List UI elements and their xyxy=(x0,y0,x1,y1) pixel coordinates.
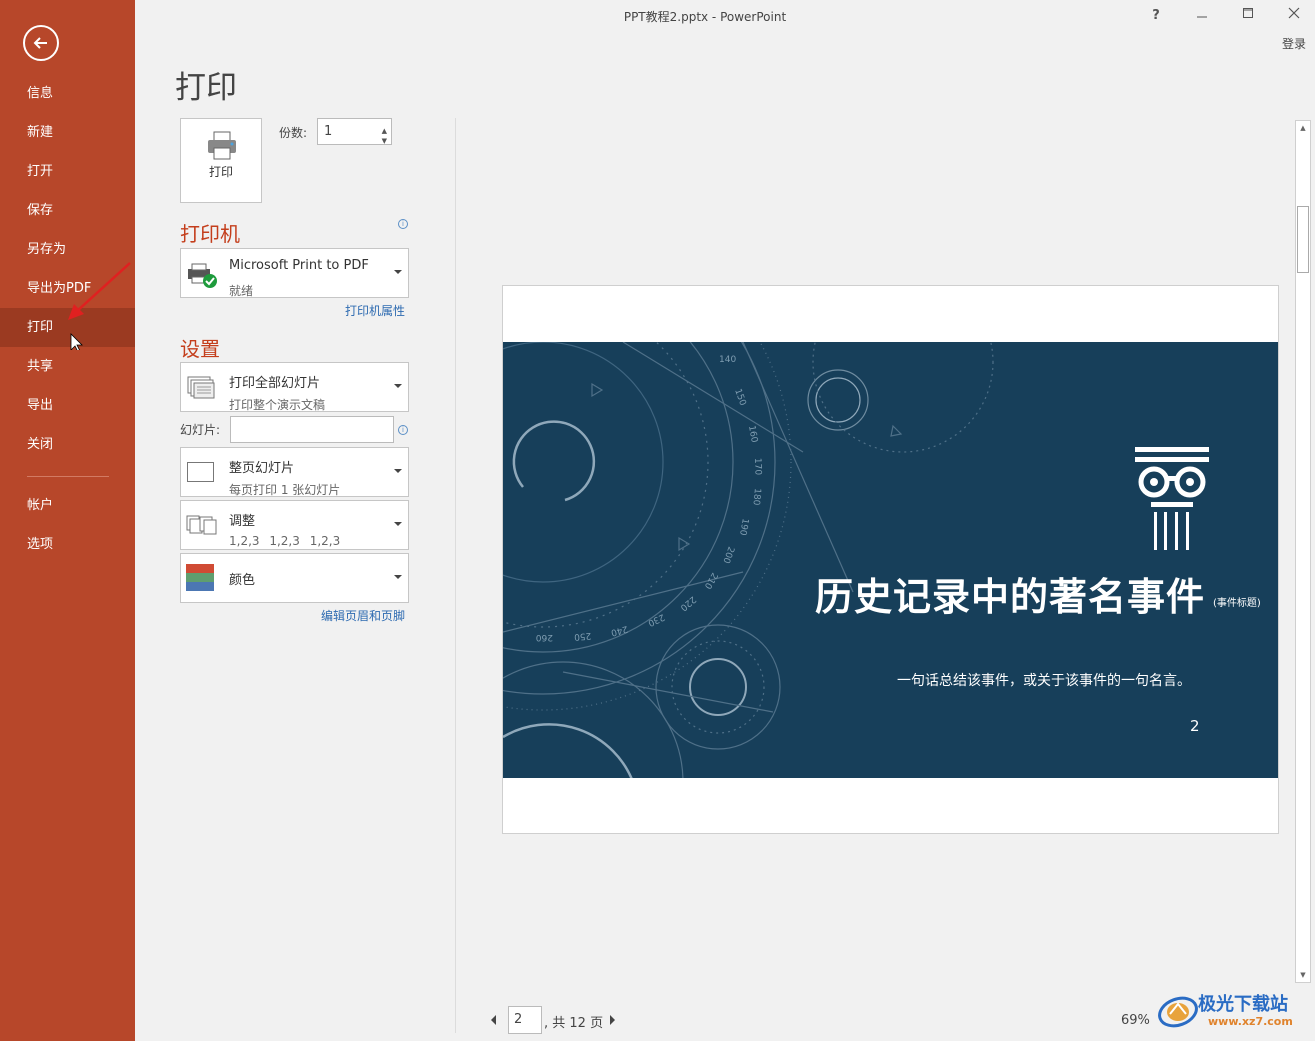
page-total: , 共 12 页 xyxy=(544,1016,604,1031)
scroll-thumb[interactable] xyxy=(1297,206,1309,273)
page-number-input[interactable]: 2 xyxy=(508,1006,542,1034)
watermark-url: www.xz7.com xyxy=(1208,1015,1293,1028)
chevron-down-icon xyxy=(394,469,402,473)
printer-properties-link[interactable]: 打印机属性 xyxy=(345,302,405,319)
minimize-icon xyxy=(1197,16,1207,18)
color-icon xyxy=(186,564,214,591)
sidebar-item-export[interactable]: 导出 xyxy=(0,386,135,425)
prev-page-icon[interactable] xyxy=(491,1015,496,1025)
sidebar-item-account[interactable]: 帐户 xyxy=(0,486,135,525)
close-button[interactable] xyxy=(1281,4,1307,28)
sidebar-item-open[interactable]: 打开 xyxy=(0,152,135,191)
layout-desc: 每页打印 1 张幻灯片 xyxy=(229,483,341,497)
preview-scrollbar[interactable]: ▲ ▼ xyxy=(1295,120,1311,983)
spin-down-icon[interactable]: ▼ xyxy=(382,129,387,154)
close-icon xyxy=(1288,7,1300,19)
dial-label: 200 xyxy=(720,545,735,565)
chevron-down-icon xyxy=(394,522,402,526)
settings-section-title: 设置 xyxy=(180,337,220,361)
dial-label: 170 xyxy=(752,458,763,476)
scroll-up-icon[interactable]: ▲ xyxy=(1296,121,1310,135)
slide-title-tag: (事件标题) xyxy=(1213,598,1261,609)
print-button[interactable]: 打印 xyxy=(180,118,262,203)
dial-label: 260 xyxy=(536,632,553,642)
slides-label: 幻灯片: xyxy=(180,423,221,437)
window-title: PPT教程2.pptx - PowerPoint xyxy=(623,10,787,24)
watermark-logo-icon xyxy=(1158,996,1198,1028)
printer-section-title: 打印机 xyxy=(180,222,240,246)
site-watermark: 极光下载站 www.xz7.com xyxy=(1156,988,1308,1034)
watermark-brand: 极光下载站 xyxy=(1198,994,1288,1015)
slide-background-graphic: 140 150 160 170 180 190 200 210 220 230 … xyxy=(503,342,1209,778)
copies-input[interactable]: 1 ▲ ▼ xyxy=(317,118,392,145)
dial-label: 150 xyxy=(732,388,747,408)
help-button[interactable]: ? xyxy=(1143,4,1169,28)
print-range-dropdown[interactable]: 打印全部幻灯片 打印整个演示文稿 xyxy=(180,362,409,412)
dial-label: 220 xyxy=(678,594,698,613)
print-range-title: 打印全部幻灯片 xyxy=(229,376,321,391)
backstage-sidebar: 信息 新建 打开 保存 另存为 导出为PDF 打印 共享 导出 关闭 帐户 选项 xyxy=(0,0,135,1041)
layout-title: 整页幻灯片 xyxy=(229,461,295,476)
chevron-down-icon xyxy=(394,575,402,579)
login-link[interactable]: 登录 xyxy=(1282,35,1306,52)
color-dropdown[interactable]: 颜色 xyxy=(180,553,409,603)
full-page-slide-icon xyxy=(187,462,214,482)
annotation-arrow-icon xyxy=(68,262,131,350)
panel-divider xyxy=(455,118,456,1033)
dial-label: 230 xyxy=(646,611,666,627)
slides-input[interactable] xyxy=(230,416,394,443)
scroll-down-icon[interactable]: ▼ xyxy=(1296,968,1310,982)
sidebar-item-share[interactable]: 共享 xyxy=(0,347,135,386)
all-slides-icon xyxy=(187,376,215,399)
slide-title: 历史记录中的著名事件 xyxy=(815,575,1206,619)
print-range-desc: 打印整个演示文稿 xyxy=(229,398,326,412)
info-icon[interactable]: i xyxy=(398,219,408,229)
edit-header-footer-link[interactable]: 编辑页眉和页脚 xyxy=(321,607,405,624)
sidebar-item-new[interactable]: 新建 xyxy=(0,113,135,152)
sidebar-item-close[interactable]: 关闭 xyxy=(0,425,135,464)
copies-label: 份数: xyxy=(279,126,308,140)
chevron-down-icon xyxy=(394,270,402,274)
zoom-level[interactable]: 69% xyxy=(1121,1013,1150,1028)
maximize-icon xyxy=(1243,8,1253,18)
printer-ready-icon xyxy=(188,263,217,288)
sidebar-item-options[interactable]: 选项 xyxy=(0,525,135,564)
chevron-down-icon xyxy=(394,384,402,388)
layout-dropdown[interactable]: 整页幻灯片 每页打印 1 张幻灯片 xyxy=(180,447,409,497)
collate-icon xyxy=(186,515,217,535)
printer-icon xyxy=(208,131,236,160)
printer-name: Microsoft Print to PDF xyxy=(229,258,369,273)
slide-subtitle: 一句话总结该事件，或关于该事件的一句名言。 xyxy=(897,673,1191,689)
sidebar-divider xyxy=(27,476,109,477)
printer-dropdown[interactable]: Microsoft Print to PDF 就绪 xyxy=(180,248,409,298)
collate-dropdown[interactable]: 调整 1,2,3 1,2,3 1,2,3 xyxy=(180,500,409,550)
slide-preview: 140 150 160 170 180 190 200 210 220 230 … xyxy=(503,342,1278,778)
dial-label: 180 xyxy=(750,488,761,506)
page-title: 打印 xyxy=(175,70,237,106)
back-arrow-icon[interactable] xyxy=(23,25,59,61)
dial-label: 210 xyxy=(702,571,719,591)
slide-number: 2 xyxy=(1190,717,1200,735)
copies-value: 1 xyxy=(324,124,333,139)
dial-label: 190 xyxy=(737,517,750,536)
sidebar-item-save[interactable]: 保存 xyxy=(0,191,135,230)
maximize-button[interactable] xyxy=(1235,4,1261,28)
printer-status: 就绪 xyxy=(229,284,254,298)
dial-label: 160 xyxy=(746,425,759,444)
dial-label: 250 xyxy=(573,630,591,641)
dial-label: 240 xyxy=(609,623,628,637)
print-button-label: 打印 xyxy=(208,165,233,179)
next-page-icon[interactable] xyxy=(610,1015,615,1025)
color-title: 颜色 xyxy=(229,573,256,588)
info-icon[interactable]: i xyxy=(398,425,408,435)
sidebar-item-info[interactable]: 信息 xyxy=(0,74,135,113)
minimize-button[interactable] xyxy=(1189,4,1215,28)
column-capital-icon xyxy=(1135,447,1209,550)
dial-label: 140 xyxy=(719,355,736,365)
collate-title: 调整 xyxy=(229,514,256,529)
collate-desc: 1,2,3 1,2,3 1,2,3 xyxy=(229,534,341,548)
